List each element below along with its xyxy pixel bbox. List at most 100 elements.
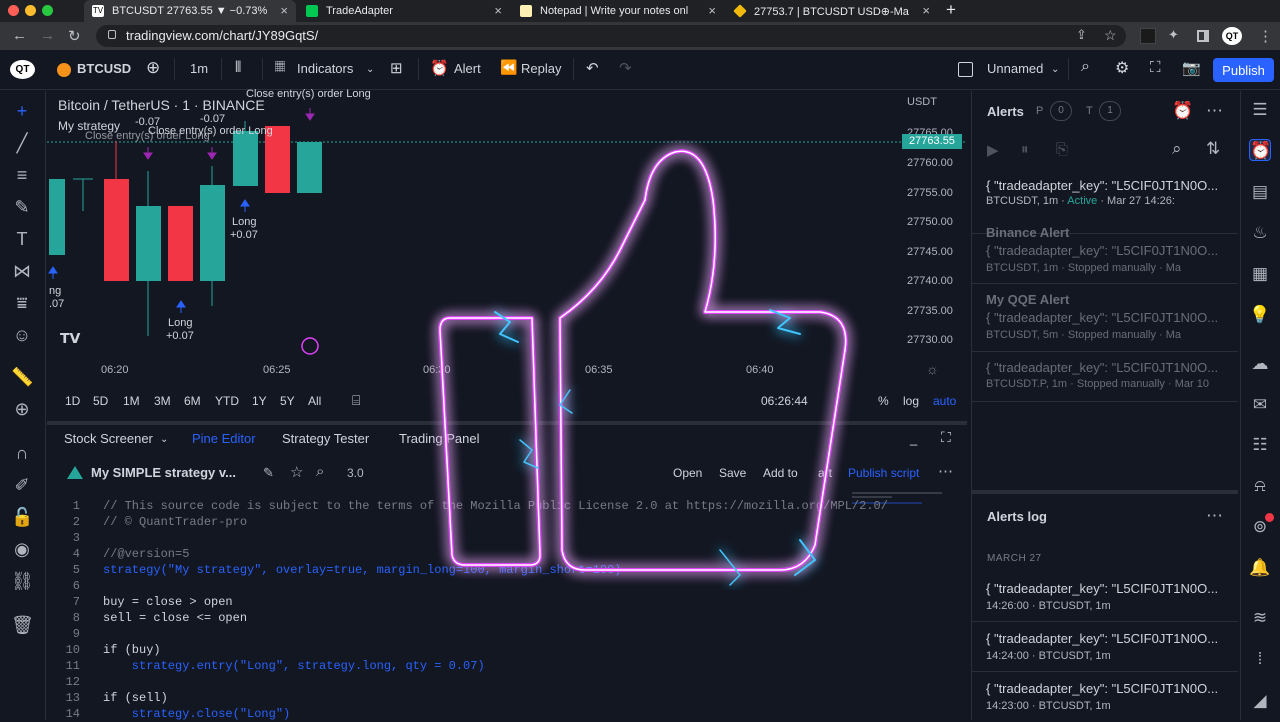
close-tab-icon[interactable]: × <box>280 3 288 18</box>
profile-avatar[interactable]: QT <box>1222 27 1242 45</box>
alert-item[interactable]: Binance Alert { "tradeadapter_key": "L5C… <box>972 216 1238 284</box>
more-options-icon[interactable]: ⋯ <box>938 462 953 480</box>
auto-toggle[interactable]: auto <box>933 394 956 408</box>
extensions-puzzle-icon[interactable]: ✦ <box>1168 27 1179 43</box>
redo-icon[interactable]: ↷ <box>619 59 632 77</box>
range-ytd[interactable]: YTD <box>215 394 239 408</box>
chats-icon[interactable]: ☁ <box>1249 353 1271 375</box>
more-options-icon[interactable]: ⋯ <box>1206 506 1223 526</box>
close-window-icon[interactable] <box>8 5 19 16</box>
lock-drawing-icon[interactable]: ✐ <box>11 474 33 496</box>
candle-style-icon[interactable]: ⫴ <box>235 59 241 76</box>
pattern-icon[interactable]: ⋈ <box>11 260 33 282</box>
replay-button[interactable]: Replay <box>521 61 561 76</box>
layout-checkbox-icon[interactable] <box>958 62 973 77</box>
minimize-panel-icon[interactable]: _ <box>910 431 917 446</box>
camera-snapshot-icon[interactable]: 📷 <box>1182 59 1201 77</box>
code-line[interactable]: buy = close > open <box>103 595 233 609</box>
script-name[interactable]: My SIMPLE strategy v... <box>91 465 236 480</box>
trash-icon[interactable]: 🗑 <box>11 614 34 636</box>
share-icon[interactable]: ⇪ <box>1076 27 1087 43</box>
range-3m[interactable]: 3M <box>154 394 171 408</box>
settings-gear-icon[interactable]: ⚙ <box>1115 58 1129 78</box>
alerts-clock-icon[interactable]: ⏰ <box>1249 139 1271 161</box>
crosshair-icon[interactable]: + <box>11 100 33 122</box>
forward-icon[interactable]: → <box>40 27 55 44</box>
alert-button[interactable]: Alert <box>454 61 481 76</box>
log-item[interactable]: { "tradeadapter_key": "L5CIF0JT1N0O... 1… <box>972 622 1238 672</box>
undo-icon[interactable]: ↶ <box>586 59 599 77</box>
text-tool-icon[interactable]: T <box>11 228 33 250</box>
tab-strategy-tester[interactable]: Strategy Tester <box>282 431 369 446</box>
layout-name-button[interactable]: Unnamed <box>987 61 1043 76</box>
chevron-down-icon[interactable]: ⌄ <box>366 64 374 75</box>
chevron-down-icon[interactable]: ⌄ <box>1051 64 1059 75</box>
search-icon[interactable]: ⌕ <box>1172 139 1182 159</box>
templates-grid-icon[interactable]: ⊞ <box>390 59 403 77</box>
zoom-in-icon[interactable]: ⊕ <box>11 398 33 420</box>
trade-extension-icon[interactable] <box>1140 28 1156 44</box>
play-all-icon[interactable]: ▶ <box>987 141 999 159</box>
range-1m[interactable]: 1M <box>123 394 140 408</box>
settings-sun-icon[interactable]: ☼ <box>926 361 939 377</box>
browser-tab-tradeadapter[interactable]: TradeAdapter × <box>298 0 510 22</box>
log-item[interactable]: { "tradeadapter_key": "L5CIF0JT1N0O... 1… <box>972 672 1238 722</box>
prediction-icon[interactable]: ⩸ <box>11 292 33 314</box>
bookmark-star-icon[interactable]: ☆ <box>1104 27 1117 44</box>
range-6m[interactable]: 6M <box>184 394 201 408</box>
code-line[interactable]: // © QuantTrader-pro <box>103 515 247 529</box>
fib-lines-icon[interactable]: ≡ <box>11 164 33 186</box>
close-tab-icon[interactable]: × <box>922 3 930 18</box>
calendar-icon[interactable]: ▦ <box>1249 263 1271 285</box>
percent-toggle[interactable]: % <box>878 394 889 408</box>
symbol-search-button[interactable]: BTCUSD <box>77 61 131 76</box>
close-tab-icon[interactable]: × <box>494 3 502 18</box>
range-1d[interactable]: 1D <box>65 394 80 408</box>
ruler-icon[interactable]: 📏 <box>11 366 33 388</box>
comments-icon[interactable]: ☷ <box>1249 434 1271 456</box>
help-icon[interactable]: ◢ <box>1249 690 1271 712</box>
magnet-icon[interactable]: ∩ <box>11 442 33 464</box>
chevron-down-icon[interactable]: ⌄ <box>160 434 168 445</box>
goto-date-icon[interactable]: ⌸ <box>352 392 360 409</box>
eye-icon[interactable]: ◉ <box>11 538 33 560</box>
close-tab-icon[interactable]: × <box>708 3 716 18</box>
publish-button[interactable]: Publish <box>1213 58 1274 82</box>
replay-icon[interactable]: ⏪ <box>500 59 517 76</box>
code-line[interactable]: strategy.close("Long") <box>103 707 290 721</box>
version-selector[interactable]: 3.0 <box>347 466 364 480</box>
code-line[interactable]: //@version=5 <box>103 547 189 561</box>
code-line[interactable]: if (buy) <box>103 643 161 657</box>
browser-tab-binance[interactable]: 27753.7 | BTCUSDT USD⊕-Ma × <box>726 0 938 22</box>
new-tab-button[interactable]: + <box>946 0 956 20</box>
search-icon[interactable]: ⌕ <box>316 463 324 480</box>
tab-pine-editor[interactable]: Pine Editor <box>192 431 256 446</box>
browser-tab-tradingview[interactable]: TV BTCUSDT 27763.55 ▼ −0.73% × <box>84 0 296 22</box>
interval-button[interactable]: 1m <box>190 61 208 76</box>
data-window-icon[interactable]: ▤ <box>1249 181 1271 203</box>
app-logo[interactable]: QT <box>10 60 35 79</box>
dom-icon[interactable]: ⁞ <box>1249 648 1271 670</box>
alert-clock-icon[interactable]: ⏰ <box>430 59 449 77</box>
sidepanel-icon[interactable] <box>1197 30 1209 42</box>
ideas-lightbulb-icon[interactable]: 💡 <box>1249 304 1271 326</box>
range-5d[interactable]: 5D <box>93 394 108 408</box>
minimize-window-icon[interactable] <box>25 5 36 16</box>
code-line[interactable]: strategy.entry("Long", strategy.long, qt… <box>103 659 485 673</box>
pause-all-icon[interactable]: ⏸ <box>1021 141 1029 158</box>
panel-divider[interactable] <box>972 490 1238 494</box>
back-icon[interactable]: ← <box>12 27 27 44</box>
search-icon[interactable]: ⌕ <box>1081 58 1090 76</box>
chrome-menu-icon[interactable]: ⋮ <box>1258 27 1273 45</box>
tab-stock-screener[interactable]: Stock Screener <box>64 431 153 446</box>
bell-icon[interactable]: 🔔 <box>1249 557 1271 579</box>
lock-icon[interactable]: 🔓 <box>11 506 33 528</box>
favorite-star-icon[interactable]: ☆ <box>290 463 303 481</box>
watchlist-icon[interactable]: ☰ <box>1249 99 1271 121</box>
emoji-icon[interactable]: ☺ <box>11 324 33 346</box>
trading-alerts-count[interactable]: 1 <box>1099 101 1121 121</box>
trend-line-icon[interactable]: ╱ <box>11 132 33 154</box>
price-alerts-count[interactable]: 0 <box>1050 101 1072 121</box>
sort-icon[interactable]: ⇅ <box>1206 139 1220 159</box>
code-line[interactable]: sell = close <= open <box>103 611 247 625</box>
